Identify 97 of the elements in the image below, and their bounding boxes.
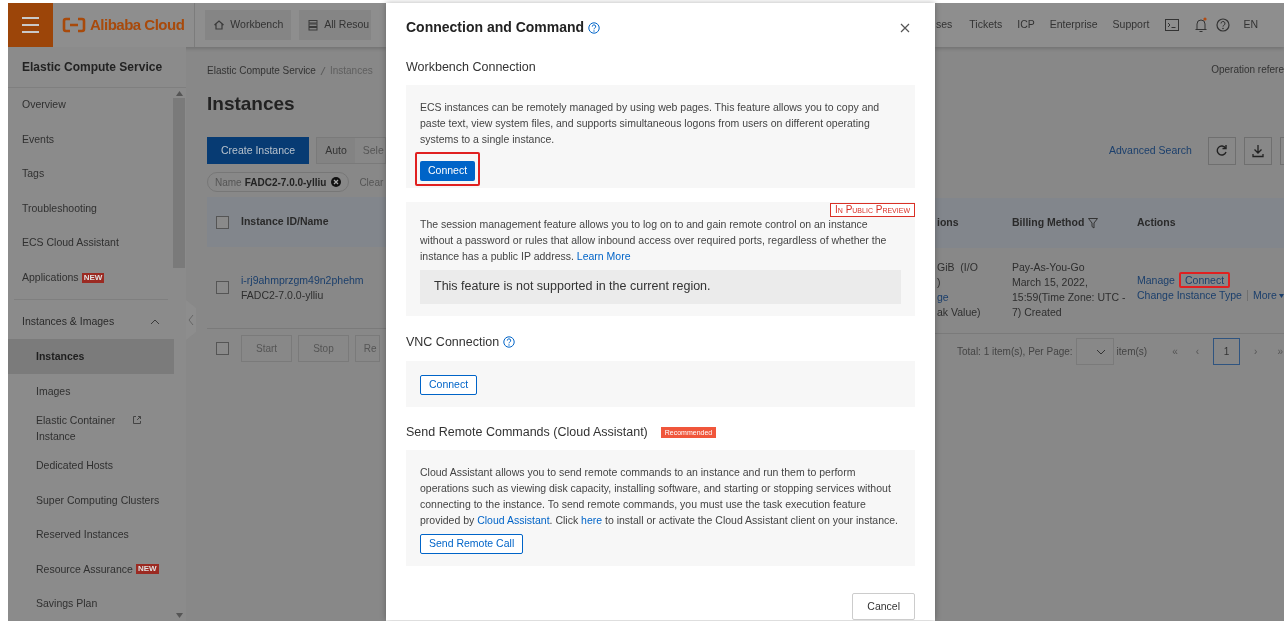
description-text: Cloud Assistant allows you to send remote commands to an instance and run them to perform operations such as viewing disk capacity, installing software, and starting or stopping services without connecting to the instance. To send remote commands, you must use the task execution feature provided by Cloud Assistant. Click here to install or activate the Cloud Assistant client on your instance. bbox=[420, 465, 899, 528]
new-badge: NEW bbox=[135, 563, 159, 574]
action-link[interactable]: Change Instance Type bbox=[1137, 288, 1242, 303]
preview-badge: In Public Preview bbox=[830, 202, 915, 217]
sidebar-item[interactable]: Elastic Container Instance bbox=[8, 408, 174, 448]
checkbox[interactable] bbox=[216, 342, 229, 355]
description-text: ECS instances can be remotely managed by using web pages. This feature allows you to copy and paste text, view system files, and supports simultaneous logons from users on different operating systems to a single instance. bbox=[420, 99, 881, 147]
nav-button[interactable]: All Resou bbox=[299, 10, 372, 40]
sidebar-title: Elastic Compute Service bbox=[8, 47, 186, 88]
connect-button[interactable]: Connect bbox=[420, 374, 478, 395]
instance-id-link[interactable]: i-rj9ahmprzgm49n2phehm bbox=[241, 272, 364, 288]
sidebar-item[interactable]: Savings Plan bbox=[8, 586, 174, 621]
last-page-button[interactable]: » bbox=[1277, 344, 1283, 359]
table-cell-text: ) bbox=[937, 275, 942, 290]
table-cell-text: ak Value) bbox=[937, 305, 982, 320]
first-page-button[interactable]: « bbox=[1172, 344, 1178, 359]
table-cell-text: 7) Created bbox=[1012, 305, 1063, 320]
connect-button[interactable]: Send Remote Call bbox=[420, 534, 524, 554]
table-cell-text: GiB (I/O bbox=[937, 260, 979, 275]
refresh-icon[interactable] bbox=[1207, 137, 1236, 165]
chevron-up-icon bbox=[150, 318, 160, 325]
nav-link[interactable]: ICP bbox=[1017, 17, 1035, 33]
checkbox[interactable] bbox=[216, 215, 229, 229]
scroll-up-icon[interactable] bbox=[176, 91, 183, 96]
caret-icon[interactable] bbox=[1278, 293, 1284, 298]
action-link[interactable]: Connect bbox=[1178, 272, 1231, 288]
checkbox[interactable] bbox=[216, 281, 229, 294]
remove-filter-icon[interactable] bbox=[331, 177, 342, 187]
breadcrumb-item[interactable]: Elastic Compute Service bbox=[207, 63, 316, 78]
cancel-button[interactable]: Cancel bbox=[852, 593, 915, 620]
sidebar-item[interactable]: Tags bbox=[8, 157, 174, 192]
sidebar-group-header[interactable]: Instances & Images bbox=[8, 304, 174, 339]
section-heading: VNC Connection bbox=[406, 333, 500, 351]
close-icon[interactable] bbox=[900, 22, 910, 33]
section-heading: Send Remote Commands (Cloud Assistant) bbox=[406, 424, 648, 442]
logo-text: Alibaba Cloud bbox=[90, 14, 185, 35]
new-badge: NEW bbox=[81, 272, 105, 283]
sidebar-item[interactable]: Resource Assurance NEW bbox=[8, 551, 174, 586]
column-header: Billing Method bbox=[1012, 215, 1085, 231]
description-text: The session management feature allows you to log on to and gain remote control on an instance without a password or rules that allow inbound access over required ports, regardless of whether the instance has a public IP address. Learn More bbox=[420, 216, 888, 264]
section-heading: Workbench Connection bbox=[406, 59, 537, 76]
operation-reference-link[interactable]: Operation refere bbox=[1211, 62, 1284, 77]
advanced-search-link[interactable]: Advanced Search bbox=[1109, 143, 1192, 159]
sidebar-item[interactable]: ECS Cloud Assistant bbox=[8, 226, 174, 261]
action-link[interactable]: More bbox=[1252, 288, 1277, 303]
create-instance-button[interactable]: Create Instance bbox=[207, 137, 310, 164]
link[interactable]: ge bbox=[937, 290, 1012, 305]
nav-link[interactable]: Enterprise bbox=[1049, 17, 1098, 33]
link[interactable]: Learn More bbox=[576, 249, 631, 262]
filter-value: FADC2-7.0.0-ylliu bbox=[244, 175, 327, 190]
mode-selector[interactable]: Auto bbox=[317, 138, 355, 163]
terminal-icon[interactable] bbox=[1165, 19, 1180, 31]
column-header: Actions bbox=[1137, 215, 1176, 231]
sidebar-item[interactable]: Reserved Instances bbox=[8, 517, 174, 552]
sidebar-item[interactable]: Dedicated Hosts bbox=[8, 448, 174, 483]
filter-icon[interactable] bbox=[1088, 217, 1099, 229]
notice-text: This feature is not supported in the current region. bbox=[420, 269, 901, 304]
sidebar-item[interactable]: Overview bbox=[8, 88, 174, 123]
page-title: Instances bbox=[207, 92, 296, 116]
nav-link[interactable]: Tickets bbox=[969, 17, 1003, 33]
sidebar-item[interactable]: Troubleshooting bbox=[8, 191, 174, 226]
action-link[interactable]: Manage bbox=[1137, 272, 1175, 288]
nav-button[interactable]: Workbench bbox=[205, 10, 292, 40]
table-cell-text: Pay-As-You-Go bbox=[1012, 260, 1086, 275]
page-button[interactable]: 1 bbox=[1213, 338, 1241, 365]
help-icon[interactable] bbox=[503, 336, 516, 349]
download-icon[interactable] bbox=[1243, 137, 1272, 165]
pagination-unit: item(s) bbox=[1116, 345, 1148, 359]
language-selector[interactable]: EN bbox=[1243, 17, 1258, 33]
link[interactable]: Cloud Assistant bbox=[477, 514, 550, 526]
bell-icon[interactable] bbox=[1194, 17, 1209, 33]
separator-icon bbox=[319, 65, 326, 76]
link[interactable]: here bbox=[581, 514, 603, 526]
table-cell-text: 15:59(Time Zone: UTC - bbox=[1012, 290, 1127, 305]
dialog-title: Connection and Command bbox=[406, 18, 585, 37]
connect-button[interactable]: Connect bbox=[420, 160, 476, 181]
nav-link[interactable]: Support bbox=[1112, 17, 1150, 33]
previous-page-button[interactable]: ‹ bbox=[1195, 344, 1200, 359]
instance-name: FADC2-7.0.0-ylliu bbox=[241, 287, 325, 303]
help-icon[interactable] bbox=[588, 21, 601, 34]
home-icon bbox=[213, 19, 226, 31]
pagination-total: Total: 1 item(s), Per Page: bbox=[957, 345, 1073, 359]
menu-icon[interactable] bbox=[8, 3, 53, 47]
column-header: Instance ID/Name bbox=[241, 214, 329, 230]
sidebar-item[interactable]: Events bbox=[8, 122, 174, 157]
scroll-down-icon[interactable] bbox=[176, 613, 183, 618]
column-header: ions bbox=[937, 215, 959, 231]
help-icon[interactable] bbox=[1216, 18, 1231, 32]
sidebar-item[interactable]: Instances bbox=[8, 339, 174, 374]
sidebar-item[interactable]: Images bbox=[8, 373, 174, 408]
nav-link[interactable]: ses bbox=[936, 17, 953, 33]
table-cell-text: March 15, 2022, bbox=[1012, 275, 1089, 290]
next-page-button[interactable]: › bbox=[1254, 344, 1258, 359]
stack-icon bbox=[307, 19, 320, 31]
logo-icon bbox=[62, 17, 86, 33]
sidebar-item[interactable]: Applications NEW bbox=[8, 260, 174, 295]
sidebar-item[interactable]: Super Computing Clusters bbox=[8, 482, 174, 517]
